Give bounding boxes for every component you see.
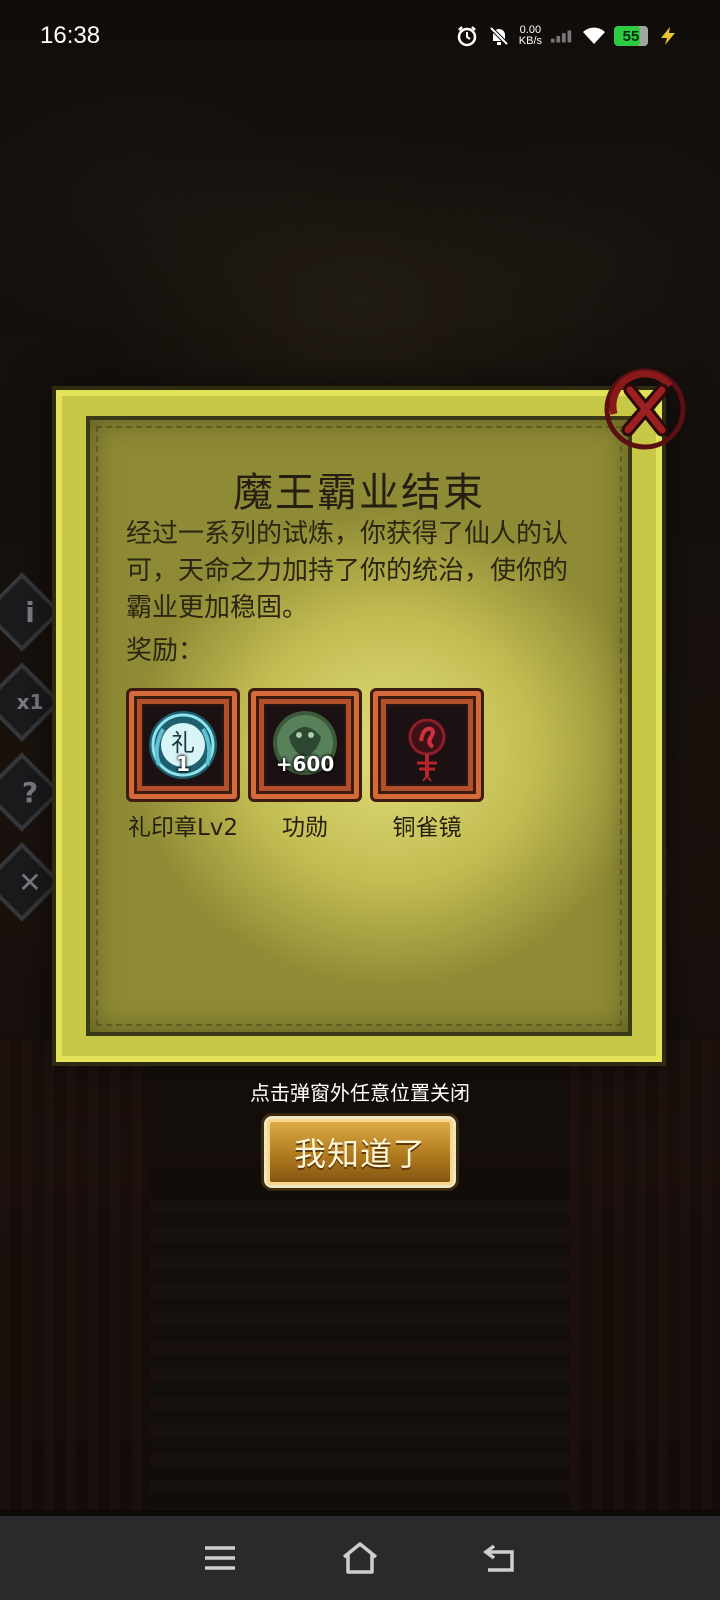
reward-frame: 礼 1 bbox=[126, 688, 240, 802]
bronze-mirror-icon bbox=[408, 718, 446, 782]
dialog-parchment: 魔王霸业结束 经过一系列的试炼，你获得了仙人的认可，天命之力加持了你的统治，使你… bbox=[86, 416, 632, 1036]
net-speed: 0.00 KB/s bbox=[519, 25, 542, 47]
status-icons: 0.00 KB/s 55 bbox=[455, 24, 680, 48]
reward-count: +600 bbox=[275, 752, 335, 776]
net-speed-unit: KB/s bbox=[518, 35, 542, 47]
mute-bell-icon bbox=[487, 24, 511, 48]
tools-icon: ✕ bbox=[18, 865, 42, 899]
home-icon bbox=[342, 1542, 378, 1574]
reward-frame bbox=[370, 688, 484, 802]
charging-icon bbox=[656, 24, 680, 48]
close-icon bbox=[604, 368, 686, 450]
reward-item[interactable]: 礼 1 礼印章Lv2 bbox=[126, 688, 240, 842]
reward-frame: +600 bbox=[248, 688, 362, 802]
reward-slot: 礼 1 bbox=[142, 704, 224, 786]
alarm-icon bbox=[455, 24, 479, 48]
reward-item[interactable]: 铜雀镜 bbox=[370, 688, 484, 842]
menu-icon bbox=[205, 1546, 235, 1570]
reward-slot bbox=[386, 704, 468, 786]
reward-label: 奖励： bbox=[126, 636, 205, 666]
reward-slot: +600 bbox=[264, 704, 346, 786]
info-icon: i bbox=[25, 595, 35, 629]
reward-name: 铜雀镜 bbox=[392, 815, 462, 841]
back-button[interactable] bbox=[470, 1528, 530, 1588]
status-time: 16:38 bbox=[40, 22, 101, 49]
wifi-icon bbox=[582, 24, 606, 48]
battery-indicator: 55 bbox=[614, 26, 648, 46]
dismiss-hint: 点击弹窗外任意位置关闭 bbox=[250, 1081, 470, 1105]
reward-name: 功勋 bbox=[282, 815, 328, 841]
reward-name: 礼印章Lv2 bbox=[127, 815, 239, 841]
dialog-title: 魔王霸业结束 bbox=[233, 470, 485, 516]
reward-list: 礼 1 礼印章Lv2 +600 功勋 铜雀镜 bbox=[126, 688, 484, 842]
menu-button[interactable] bbox=[190, 1528, 250, 1588]
confirm-button[interactable]: 我知道了 bbox=[264, 1116, 456, 1188]
close-button[interactable] bbox=[600, 364, 690, 454]
help-icon: ? bbox=[21, 775, 39, 809]
back-icon bbox=[483, 1544, 514, 1572]
speed-icon: x1 bbox=[16, 690, 44, 714]
signal-icon bbox=[550, 24, 574, 48]
system-nav-bar bbox=[0, 1516, 720, 1600]
home-button[interactable] bbox=[330, 1528, 390, 1588]
reward-count: 1 bbox=[176, 752, 190, 776]
reward-item[interactable]: +600 功勋 bbox=[248, 688, 362, 842]
status-bar: 16:38 0.00 KB/s 55 bbox=[0, 0, 720, 72]
dialog-description: 经过一系列的试炼，你获得了仙人的认可，天命之力加持了你的统治，使你的霸业更加稳固… bbox=[126, 519, 569, 623]
reward-dialog: 魔王霸业结束 经过一系列的试炼，你获得了仙人的认可，天命之力加持了你的统治，使你… bbox=[56, 390, 662, 1062]
